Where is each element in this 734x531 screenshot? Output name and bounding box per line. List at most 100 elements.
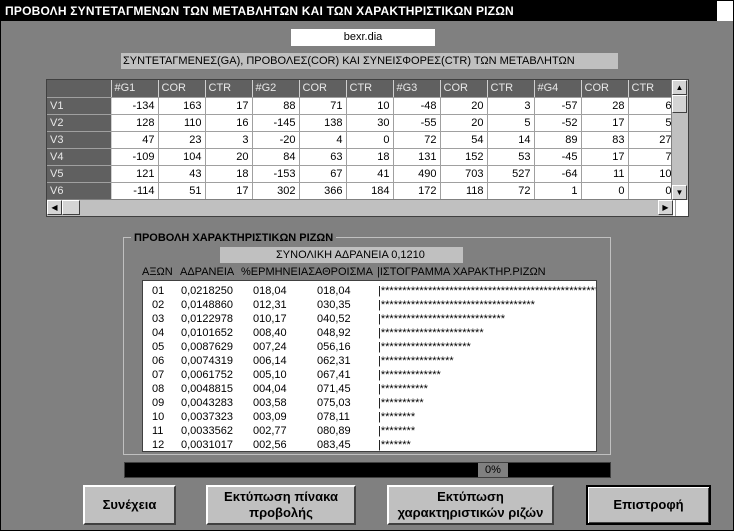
list-item[interactable]: 03 0,0122978 010,17 040,52 |****************… [143,312,596,326]
list-item[interactable]: 01 0,0218250 018,04 018,04 |****************… [143,284,596,298]
grid-cell[interactable]: 138 [299,114,347,132]
grid-cell[interactable]: -48 [393,97,441,115]
grid-cell[interactable]: 0 [628,182,676,200]
grid-row-header[interactable]: V4 [47,148,112,166]
vertical-scroll-thumb[interactable] [672,95,687,113]
grid-cell[interactable]: 17 [581,148,629,166]
grid-cell[interactable]: 27 [628,131,676,149]
grid-cell[interactable]: 527 [487,165,535,183]
list-item[interactable]: 11 0,0033562 002,77 080,89 |******** [143,424,596,438]
grid-column-header[interactable]: CTR [346,80,394,98]
grid-cell[interactable]: 1 [534,182,582,200]
grid-cell[interactable]: 17 [581,114,629,132]
grid-cell[interactable]: 7 [628,148,676,166]
grid-cell[interactable]: 71 [299,97,347,115]
grid-cell[interactable]: 3 [487,97,535,115]
grid-cell[interactable]: 14 [487,131,535,149]
grid-row-header[interactable]: V6 [47,182,112,200]
grid-cell[interactable]: -134 [111,97,159,115]
grid-cell[interactable]: -114 [111,182,159,200]
roots-list[interactable]: 01 0,0218250 018,04 018,04 |****************… [142,280,597,452]
grid-column-header[interactable]: COR [581,80,629,98]
grid-cell[interactable]: 110 [158,114,206,132]
grid-cell[interactable]: 83 [581,131,629,149]
grid-cell[interactable]: -57 [534,97,582,115]
grid-cell[interactable]: 18 [205,165,253,183]
grid-row-header[interactable]: V5 [47,165,112,183]
grid-cell[interactable]: 366 [299,182,347,200]
grid-cell[interactable]: 54 [440,131,488,149]
grid-cell[interactable]: 18 [346,148,394,166]
scroll-right-icon[interactable]: ▶ [658,200,673,215]
list-item[interactable]: 10 0,0037323 003,09 078,11 |******** [143,410,596,424]
grid-cell[interactable]: 121 [111,165,159,183]
grid-cell[interactable]: 104 [158,148,206,166]
grid-cell[interactable]: 184 [346,182,394,200]
grid-row-header[interactable]: V3 [47,131,112,149]
grid-cell[interactable]: 28 [581,97,629,115]
grid-cell[interactable]: 152 [440,148,488,166]
grid-cell[interactable]: -64 [534,165,582,183]
grid-column-header[interactable]: COR [158,80,206,98]
list-item[interactable]: 09 0,0043283 003,58 075,03 |********** [143,396,596,410]
grid-column-header[interactable]: CTR [487,80,535,98]
grid-cell[interactable]: 118 [440,182,488,200]
grid-cell[interactable]: 67 [299,165,347,183]
grid-cell[interactable]: -109 [111,148,159,166]
horizontal-scroll-thumb[interactable] [62,200,80,215]
grid-cell[interactable]: 3 [205,131,253,149]
scroll-up-icon[interactable]: ▲ [672,80,687,95]
grid-column-header[interactable]: #G3 [393,80,441,98]
list-item[interactable]: 06 0,0074319 006,14 062,31 |****************… [143,354,596,368]
grid-row-header[interactable]: V1 [47,97,112,115]
list-item[interactable]: 04 0,0101652 008,40 048,92 |****************… [143,326,596,340]
grid-column-header[interactable]: COR [299,80,347,98]
grid-cell[interactable]: 163 [158,97,206,115]
grid-cell[interactable]: -145 [252,114,300,132]
grid-cell[interactable]: 17 [205,97,253,115]
grid-cell[interactable]: 23 [158,131,206,149]
grid-column-header[interactable]: #G2 [252,80,300,98]
grid-cell[interactable]: 88 [252,97,300,115]
grid-cell[interactable]: 63 [299,148,347,166]
list-item[interactable]: 07 0,0061752 005,10 067,41 |************** [143,368,596,382]
grid-cell[interactable]: -20 [252,131,300,149]
grid-cell[interactable]: -45 [534,148,582,166]
grid-cell[interactable]: 20 [440,114,488,132]
grid-cell[interactable]: 131 [393,148,441,166]
list-item[interactable]: 02 0,0148860 012,31 030,35 |****************… [143,298,596,312]
grid-cell[interactable]: -55 [393,114,441,132]
grid-column-header[interactable]: #G4 [534,80,582,98]
grid-horizontal-scrollbar[interactable]: ◀ ▶ [47,199,673,216]
grid-cell[interactable]: 5 [628,114,676,132]
print-table-button[interactable]: Εκτύπωση πίνακα προβολής [206,485,356,525]
scroll-down-icon[interactable]: ▼ [672,185,687,200]
grid-cell[interactable]: 16 [205,114,253,132]
back-button[interactable]: Επιστροφή [586,485,711,525]
grid-cell[interactable]: 5 [487,114,535,132]
grid-cell[interactable]: 703 [440,165,488,183]
grid-cell[interactable]: 17 [205,182,253,200]
grid-cell[interactable]: 6 [628,97,676,115]
grid-column-header[interactable]: COR [440,80,488,98]
print-roots-button[interactable]: Εκτύπωση χαρακτηριστικών ριζών [387,485,554,525]
grid-vertical-scrollbar[interactable]: ▲ ▼ [671,80,688,200]
list-item[interactable]: 08 0,0048815 004,04 071,45 |*********** [143,382,596,396]
grid-cell[interactable]: 72 [393,131,441,149]
grid-cell[interactable]: 20 [440,97,488,115]
grid-cell[interactable]: 0 [581,182,629,200]
grid-cell[interactable]: 20 [205,148,253,166]
grid-cell[interactable]: 302 [252,182,300,200]
grid-cell[interactable]: 128 [111,114,159,132]
grid-column-header[interactable]: CTR [205,80,253,98]
grid-cell[interactable]: 4 [299,131,347,149]
grid-cell[interactable]: 43 [158,165,206,183]
grid-cell[interactable]: -52 [534,114,582,132]
grid-cell[interactable]: 47 [111,131,159,149]
grid-cell[interactable]: 41 [346,165,394,183]
grid-cell[interactable]: 10 [346,97,394,115]
list-item[interactable]: 05 0,0087629 007,24 056,16 |****************… [143,340,596,354]
coordinates-grid[interactable]: #G1 COR CTR #G2 COR CTR #G3 COR CTR #G4 COR CTR V1-… [46,79,689,217]
list-item[interactable]: 12 0,0031017 002,56 083,45 |******* [143,438,596,451]
grid-cell[interactable]: 51 [158,182,206,200]
